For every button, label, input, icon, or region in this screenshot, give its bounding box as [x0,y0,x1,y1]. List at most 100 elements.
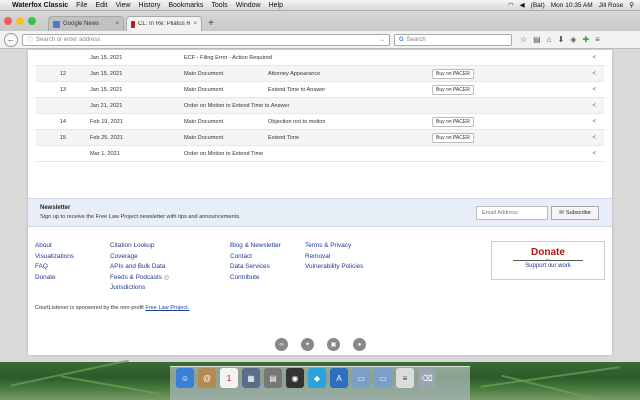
menu-help[interactable]: Help [269,2,283,9]
footer-link-about[interactable]: About [35,241,74,252]
twitter-icon[interactable]: ✦ [301,338,314,351]
wifi-icon[interactable]: ◠ [508,1,514,9]
extension-icon[interactable]: ✚ [582,35,589,44]
footer-link-contribute[interactable]: Contribute [230,273,281,284]
share-icon[interactable]: < [592,87,596,93]
footer-link-donate[interactable]: Donate [35,273,74,284]
applications-folder-icon[interactable]: ▭ [352,368,370,388]
buy-on-pacer-button[interactable]: Buy on PACER [432,133,474,143]
table-row: 13 Jan 15, 2021 Main Document Extend Tim… [36,82,604,98]
app-store-icon[interactable]: A [330,368,348,388]
share-icon[interactable]: < [592,71,596,77]
footer-link-faq[interactable]: FAQ [35,262,74,273]
spotlight-icon[interactable]: ⚲ [629,1,634,9]
photos-icon[interactable]: ▦ [242,368,260,388]
pocket-icon[interactable]: ◈ [570,35,576,44]
table-row: Mar 1, 2021 Order on Motion to Extend Ti… [36,146,604,162]
footer-link-jurisdictions[interactable]: Jurisdictions [110,283,169,294]
finder-icon[interactable]: ☺ [176,368,194,388]
reader-icon[interactable]: ▤ [533,35,541,44]
close-tab-icon[interactable]: × [115,21,119,27]
search-input[interactable]: G Search [394,33,512,46]
menu-tools[interactable]: Tools [211,2,227,9]
footer-link-coverage[interactable]: Coverage [110,252,169,263]
minimize-window-button[interactable] [16,17,24,25]
entry-document: ECF - Filing Error - Action Required [184,54,272,61]
footer-link-removal[interactable]: Removal [305,252,363,263]
share-icon[interactable]: < [592,55,596,61]
footer-link-terms[interactable]: Terms & Privacy [305,241,363,252]
share-icon[interactable]: < [592,119,596,125]
battery-indicator[interactable]: (Bat) [531,2,545,9]
waterfox-icon[interactable]: ◆ [308,368,326,388]
info-icon: ⓘ [27,38,34,44]
github-icon[interactable]: ● [353,338,366,351]
menu-history[interactable]: History [139,2,161,9]
menu-view[interactable]: View [116,2,131,9]
envelope-icon: ✉ [559,210,564,216]
share-icon[interactable]: < [592,135,596,141]
entry-date: Jan 15, 2021 [90,86,123,93]
close-tab-icon[interactable]: × [193,21,197,27]
subscribe-button[interactable]: ✉ Subscribe [551,206,599,220]
preview-icon[interactable]: ▤ [264,368,282,388]
menu-file[interactable]: File [76,2,87,9]
buy-on-pacer-button[interactable]: Buy on PACER [432,69,474,79]
footer-link-apis[interactable]: APIs and Bulk Data [110,262,169,273]
url-input[interactable]: ⓘ Search or enter address → [22,33,390,46]
fern-decoration [480,366,620,388]
newsletter-icon[interactable]: ▣ [327,338,340,351]
share-icon[interactable]: < [592,151,596,157]
footer-link-contact[interactable]: Contact [230,252,281,263]
contacts-icon[interactable]: @ [198,368,216,388]
clock[interactable]: Mon 10:35 AM [551,2,593,9]
entry-date: Feb 25, 2021 [90,134,123,141]
home-icon[interactable]: ⌂ [547,35,552,44]
new-tab-button[interactable]: + [204,16,218,31]
downloads-stack-icon[interactable]: ≡ [396,368,414,388]
menu-icon[interactable]: ≡ [595,35,600,44]
tab-bar: Google News × CL: In Re: Pilatus Rank PL… [0,11,640,31]
table-row: 14 Feb 19, 2021 Main Document Objection … [36,114,604,130]
tab-google-news[interactable]: Google News × [48,16,124,31]
calendar-icon[interactable]: 1 [220,368,238,388]
free-law-project-link[interactable]: Free Law Project. [145,305,189,311]
download-icon[interactable]: ⬇ [558,35,565,44]
tab-courtlistener[interactable]: CL: In Re: Pilatus Rank PLC, 1:20 × [126,16,202,31]
search-placeholder: Search [406,36,426,43]
zoom-window-button[interactable] [28,17,36,25]
email-input[interactable]: Email Address [476,206,548,220]
footer-link-blog[interactable]: Blog & Newsletter [230,241,281,252]
buy-on-pacer-button[interactable]: Buy on PACER [432,117,474,127]
footer-link-data-services[interactable]: Data Services [230,262,281,273]
user-name[interactable]: Jill Rose [599,2,624,9]
footer-link-citation-lookup[interactable]: Citation Lookup [110,241,169,252]
donate-box[interactable]: Donate to Support our work [491,241,605,280]
menu-window[interactable]: Window [236,2,261,9]
menu-bookmarks[interactable]: Bookmarks [168,2,203,9]
volume-icon[interactable]: ◀ [520,1,525,9]
buy-on-pacer-button[interactable]: Buy on PACER [432,85,474,95]
entry-description: Objection not to motion [268,118,326,125]
share-icon[interactable]: < [592,103,596,109]
documents-folder-icon[interactable]: ▭ [374,368,392,388]
footer-link-visualizations[interactable]: Visualizations [35,252,74,263]
sponsor-line: CourtListener is sponsored by the non-pr… [35,305,189,311]
star-icon[interactable]: ☆ [520,35,527,44]
go-arrow-icon[interactable]: → [379,37,385,43]
newsletter-section: Newsletter Sign up to receive the Free L… [28,198,612,227]
toolbar-icons: ☆ ▤ ⌂ ⬇ ◈ ✚ ≡ [520,35,600,44]
app-name[interactable]: Waterfox Classic [12,2,68,9]
support-link[interactable]: Support our work [492,263,604,269]
trash-icon[interactable]: ⌫ [418,368,436,388]
photo-booth-icon[interactable]: ◉ [286,368,304,388]
menu-edit[interactable]: Edit [95,2,107,9]
footer-link-vulnerability[interactable]: Vulnerability Policies [305,262,363,273]
link-icon[interactable]: ∞ [275,338,288,351]
close-window-button[interactable] [4,17,12,25]
footer-link-feeds[interactable]: Feeds & Podcasts ◎ [110,273,169,284]
feeds-label: Feeds & Podcasts [110,273,162,281]
back-button[interactable]: ← [4,32,18,47]
footer-column-2: Citation Lookup Coverage APIs and Bulk D… [110,241,169,294]
table-row: Jan 21, 2021 Order on Motion to Extend T… [36,98,604,114]
